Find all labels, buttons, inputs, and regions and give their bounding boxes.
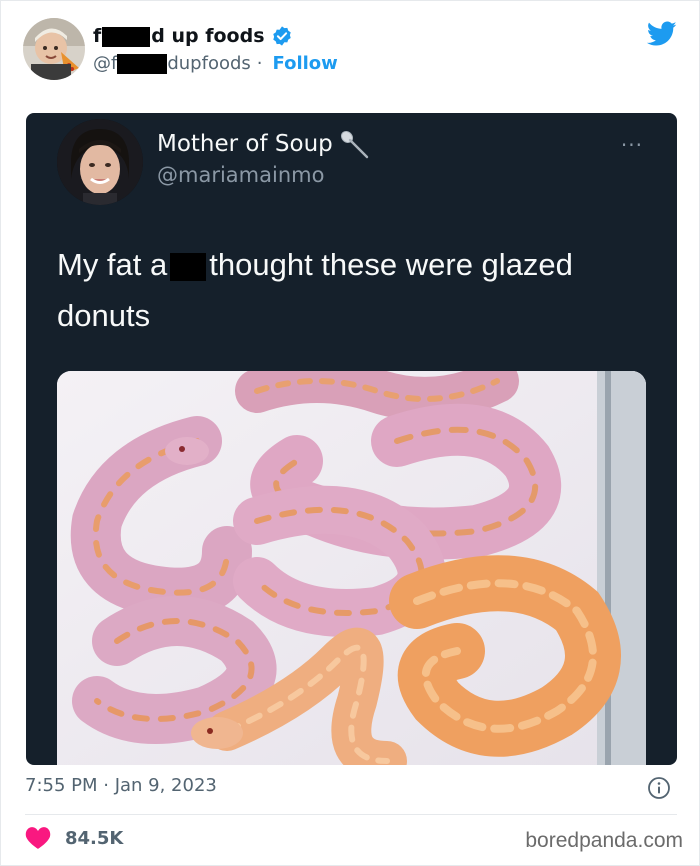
censor-bar [170, 252, 207, 281]
spoon-icon [340, 130, 368, 159]
separator-dot: · [256, 52, 263, 74]
embedded-handle: @mariamainmo [157, 163, 325, 187]
verified-badge-icon [272, 26, 291, 46]
info-icon[interactable] [647, 776, 671, 800]
author-avatar[interactable] [23, 18, 85, 80]
like-count: 84.5K [65, 827, 124, 849]
more-options-icon: ··· [620, 133, 643, 157]
embedded-tweet-image[interactable]: Mother of Soup @mariamainmo ··· My fat a… [26, 113, 677, 765]
boredpanda-watermark: boredpanda.com [525, 829, 683, 852]
censor-bar [117, 53, 168, 74]
author-handle-row: @f dupfoods · Follow [93, 51, 338, 75]
snakes-photo [57, 371, 646, 765]
embedded-display-name: Mother of Soup [157, 131, 333, 157]
like-button[interactable]: 84.5K [25, 825, 123, 851]
embedded-display-name-row: Mother of Soup [157, 129, 369, 159]
footer-divider [25, 814, 677, 815]
author-name: fd up foods [93, 25, 265, 47]
embedded-author-avatar [57, 119, 143, 205]
embedded-tweet-text: My fat a thought these were glazed donuts [57, 247, 573, 333]
heart-icon [25, 827, 51, 849]
author-handle[interactable]: @f dupfoods [93, 53, 251, 74]
author-name-row[interactable]: fd up foods [93, 23, 293, 49]
tweet-timestamp[interactable]: 7:55 PM · Jan 9, 2023 [25, 775, 217, 796]
twitter-bird-icon[interactable] [647, 21, 677, 47]
tweet-card: fd up foods @f dupfoods · Follow Mother … [0, 0, 700, 866]
censor-bar [102, 26, 151, 47]
follow-button[interactable]: Follow [273, 53, 338, 74]
